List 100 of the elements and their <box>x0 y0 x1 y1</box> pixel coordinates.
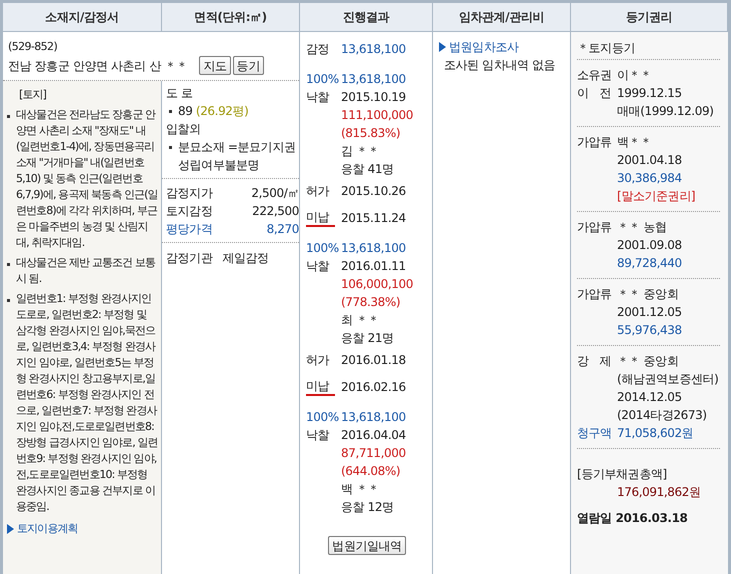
column-header: 소재지/감정서 <box>3 3 162 32</box>
total-amount: 176,091,862원 <box>616 484 702 501</box>
registry-detail: 2001.09.08 <box>617 237 682 254</box>
appraisal-value: 8,270 <box>266 221 299 238</box>
section-heading: [토지] <box>18 87 47 103</box>
registry-detail: 55,976,438 <box>617 322 682 339</box>
result-label: 낙찰 <box>306 89 330 106</box>
tenant-note: 조사된 임차내역 없음 <box>443 57 556 74</box>
event-label: 미납 <box>306 209 335 227</box>
court-schedule-button[interactable]: 법원기일내역 <box>328 536 406 555</box>
percent-text: 100% <box>306 240 340 257</box>
registry-detail: 매매(1999.12.09) <box>617 103 714 120</box>
winner-name: 김 ＊＊ <box>340 143 380 160</box>
right-type-label: 가압류 <box>577 286 613 303</box>
bidder-count: 응찰 41명 <box>340 161 395 178</box>
description-text: 대상물건은 제반 교통조건 보통시 됨. <box>16 255 156 287</box>
bidder-count: 응찰 12명 <box>340 499 395 516</box>
area-label: 입찰외 <box>166 121 202 138</box>
result-label: 감정 <box>306 41 330 58</box>
registry-detail: (해남권역보증센터) <box>617 371 718 388</box>
registry-detail: 이＊＊ <box>617 67 652 84</box>
agency-label: 감정기관 <box>166 250 212 267</box>
result-date: 2016.04.04 <box>341 427 406 444</box>
bullet-icon <box>7 299 10 302</box>
result-label: 낙찰 <box>306 258 330 275</box>
event-date: 2015.10.26 <box>341 183 406 200</box>
bid-ratio: (778.38%) <box>340 294 402 311</box>
registry-detail: 백＊＊ <box>617 134 652 151</box>
event-label: 허가 <box>306 183 330 200</box>
bullet-icon <box>169 146 172 149</box>
map-button[interactable]: 지도 <box>199 56 231 75</box>
registry-detail: 2001.12.05 <box>617 304 682 321</box>
registry-detail: ＊＊ 중앙회 <box>617 353 678 370</box>
appraisal-amount: 13,618,100 <box>341 41 406 58</box>
bidder-count: 응찰 21명 <box>340 330 395 347</box>
minimum-price: 13,618,100 <box>341 240 406 257</box>
bullet-icon <box>7 115 10 118</box>
bid-ratio: (644.08%) <box>340 463 402 480</box>
address-text: 전남 장흥군 안양면 사촌리 산 ＊＊ <box>8 58 188 74</box>
pyeong-value: (26.92평) <box>196 104 248 118</box>
registry-detail: 89,728,440 <box>617 255 682 272</box>
appraisal-value: 222,500 <box>252 203 299 220</box>
area-label: 도 로 <box>166 85 194 102</box>
right-type-label: 청구액 <box>577 425 613 442</box>
registry-detail: 2014.12.05 <box>617 389 682 406</box>
minimum-price: 13,618,100 <box>341 409 406 426</box>
column-header: 면적(단위:㎡) <box>162 3 300 32</box>
percent-text: 100% <box>306 409 340 426</box>
registry-detail: 30,386,984 <box>617 170 682 187</box>
agency-name: 제일감정 <box>222 250 269 267</box>
description-text: 대상물건은 전라남도 장흥군 안양면 사촌리 소재 "장재도" 내(일련번호1-4)에, 장동면용곡리 소재 "거개마을" 내(일련번호5,10) 및 동측 인근(일련번호6,7,9)에, 용곡제 북동측 인근(일련번호8)에 각각 위치하며, 부근은 마을주변의 농경 및 산림지대, 취락지대임. <box>16 107 159 251</box>
registry-detail: [말소기준권리] <box>617 188 696 205</box>
event-date: 2015.11.24 <box>341 210 406 227</box>
appraisal-label: 토지감정 <box>166 203 212 220</box>
winner-name: 최 ＊＊ <box>340 312 380 329</box>
appraisal-label: 감정지가 <box>166 185 212 202</box>
appraisal-label: 평당가격 <box>166 221 212 238</box>
viewed-date: 열람일 2016.03.18 <box>577 510 688 527</box>
result-date: 2016.01.11 <box>341 258 406 275</box>
winning-bid: 106,000,100 <box>340 276 414 293</box>
result-label: 낙찰 <box>306 427 330 444</box>
percent-text: 100% <box>306 71 340 88</box>
column-header: 등기권리 <box>571 3 728 32</box>
registry-detail: (2014타경2673) <box>617 407 707 424</box>
bullet-icon <box>169 110 172 113</box>
winning-bid: 87,711,000 <box>340 445 407 462</box>
triangle-icon <box>7 524 14 534</box>
event-label: 허가 <box>306 352 330 369</box>
right-type-label: 이 전 <box>577 85 612 102</box>
right-type-label: 강 제 <box>577 353 612 370</box>
zip-code: (529-852) <box>8 39 58 55</box>
registry-button[interactable]: 등기 <box>232 56 264 75</box>
total-label: [등기부채권총액] <box>577 466 668 483</box>
court-lease-survey-link[interactable]: 법원임차조사 <box>449 38 519 56</box>
area-value: 분묘소재 =분묘기지권성립여부불분명 <box>178 140 296 172</box>
column-header: 진행결과 <box>300 3 433 32</box>
winner-name: 백 ＊＊ <box>340 481 380 498</box>
area-value: 89 <box>178 104 192 118</box>
right-type-label: 소유권 <box>577 67 613 84</box>
bid-ratio: (815.83%) <box>340 125 402 142</box>
right-type-label: 가압류 <box>577 134 613 151</box>
appraisal-value: 2,500/㎡ <box>251 185 299 202</box>
event-label: 미납 <box>306 378 335 396</box>
registry-title: ＊토지등기 <box>577 36 720 60</box>
description-text: 일련번호1: 부정형 완경사지인 도로로, 일련번호2: 부정형 및 삼각형 완경사지인 임야,묵전으로, 일련번호3,4: 부정형 완경사지인 임야로, 일련번호5는 부정형 완경사지인 창고용부지로,일련번호6: 부정형 완경사지인 전으로, 일련번호7: 부정형 완경사지인 임야,전,도로로일련번호8: 장방형 급경사지인 임야로, 일련번호9: 부정형 완경사지인 임야,전,도로로일련번호10: 부정형 완경사지인 종교용 건부지로 이용중임. <box>16 291 159 515</box>
registry-detail: 71,058,602원 <box>617 425 694 442</box>
result-date: 2015.10.19 <box>341 89 406 106</box>
land-use-plan-link[interactable]: 토지이용계획 <box>17 521 78 537</box>
event-date: 2016.01.18 <box>341 352 406 369</box>
registry-detail: ＊＊ 중앙회 <box>617 286 678 303</box>
registry-detail: 1999.12.15 <box>617 85 682 102</box>
minimum-price: 13,618,100 <box>341 71 406 88</box>
triangle-icon <box>439 42 446 52</box>
event-date: 2016.02.16 <box>341 379 406 396</box>
winning-bid: 111,100,000 <box>340 107 414 124</box>
registry-detail: ＊＊ 농협 <box>617 219 667 236</box>
right-type-label: 가압류 <box>577 219 613 236</box>
bullet-icon <box>7 263 10 266</box>
column-header: 임차관계/관리비 <box>433 3 571 32</box>
registry-detail: 2001.04.18 <box>617 152 682 169</box>
